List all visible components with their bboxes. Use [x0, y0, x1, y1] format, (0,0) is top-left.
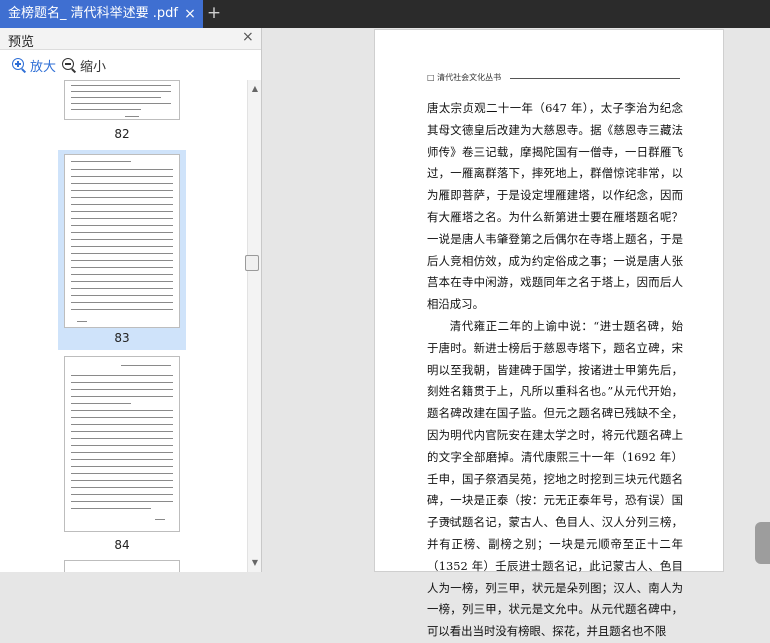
document-tab[interactable]: 金榜题名_ 清代科举述要 .pdf	[0, 0, 203, 28]
page-body: 唐太宗贞观二十一年（647 年），太子李治为纪念其母文德皇后改建为大慈恩寺。据《…	[427, 98, 683, 643]
header-rule	[510, 78, 680, 79]
thumbnail-page-image	[64, 356, 180, 532]
close-sidebar-icon[interactable]: ×	[242, 29, 254, 45]
close-tab-icon[interactable]: ×	[182, 0, 198, 28]
zoom-out-icon	[62, 58, 77, 73]
sidebar-scrollbar[interactable]: ▲ ▼	[247, 80, 261, 572]
pdf-page: □ 清代社会文化丛书 唐太宗贞观二十一年（647 年），太子李治为纪念其母文德皇…	[374, 29, 724, 638]
new-tab-button[interactable]: +	[205, 0, 223, 28]
preview-sidebar: 预览 × 放大 缩小 82 83 84 ▲ ▼	[0, 28, 262, 572]
sidebar-title: 预览	[8, 35, 35, 50]
floating-side-button[interactable]	[755, 522, 770, 564]
zoom-out-label: 缩小	[80, 59, 107, 75]
sidebar-header: 预览 ×	[0, 28, 261, 50]
tab-title: 金榜题名_ 清代科举述要 .pdf	[8, 6, 178, 21]
zoom-in-button[interactable]: 放大	[12, 56, 57, 75]
thumbnail-84[interactable]: 84	[58, 356, 186, 556]
thumbnail-label: 83	[114, 331, 130, 345]
zoom-out-button[interactable]: 缩小	[62, 56, 107, 75]
running-header: □ 清代社会文化丛书	[427, 73, 502, 82]
scrollbar-thumb[interactable]	[245, 255, 259, 271]
paragraph: 清代雍正二年的上谕中说：“进士题名碑，始于唐时。新进士榜后于慈恩寺塔下，题名立碑…	[427, 318, 683, 639]
thumbnail-label: 84	[114, 538, 130, 552]
thumbnail-page-image	[64, 154, 180, 328]
thumbnail-83[interactable]: 83	[58, 150, 186, 350]
thumbnail-page-image	[64, 560, 180, 572]
scroll-up-icon[interactable]: ▲	[248, 82, 262, 96]
zoom-in-label: 放大	[30, 59, 57, 75]
scroll-down-icon[interactable]: ▼	[248, 556, 262, 570]
thumbnail-85[interactable]	[58, 560, 186, 572]
paragraph: 唐太宗贞观二十一年（647 年），太子李治为纪念其母文德皇后改建为大慈恩寺。据《…	[427, 101, 683, 312]
tab-bar: 金榜题名_ 清代科举述要 .pdf × +	[0, 0, 770, 28]
zoom-toolbar: 放大 缩小	[0, 50, 261, 80]
thumbnail-label: 82	[114, 127, 130, 141]
thumbnail-list: 82 83 84	[0, 80, 248, 572]
zoom-in-icon	[12, 58, 27, 73]
thumbnail-page-image	[64, 80, 180, 120]
page-number: · 60 ·	[439, 517, 460, 526]
